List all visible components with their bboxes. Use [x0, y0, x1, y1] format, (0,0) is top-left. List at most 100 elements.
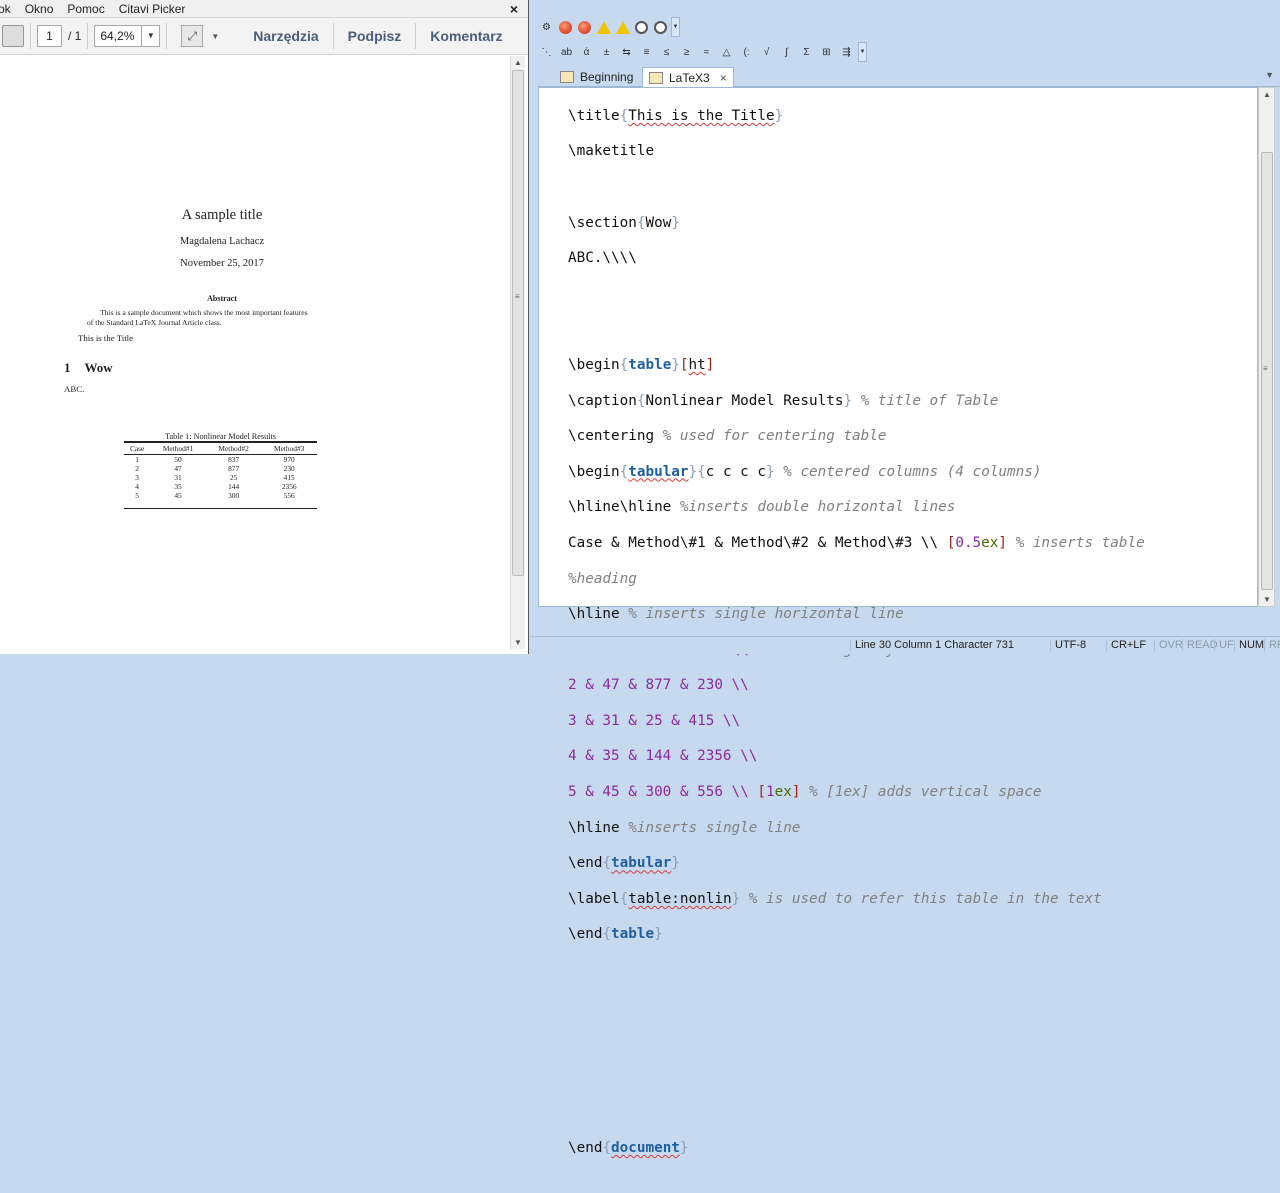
chevron-down-icon[interactable]: ▼ — [141, 26, 159, 46]
math-symbol-icon[interactable]: ≡ — [638, 44, 655, 61]
tab-label: Beginning — [580, 70, 634, 84]
latex-argument: table:nonlin — [628, 890, 732, 907]
menu-item-view[interactable]: ok — [0, 2, 18, 16]
zoom-select[interactable]: 64,2% ▼ — [94, 25, 161, 47]
table-cell: 31 — [174, 473, 182, 482]
code-line: \begin{tabular}{c c c c} % centered colu… — [568, 463, 1042, 480]
doc-author: Magdalena Lachacz — [179, 236, 265, 247]
latex-command: \hline\hline — [568, 499, 672, 516]
tab-latex3[interactable]: LaTeX3 × — [642, 67, 734, 87]
grip-icon: ≡ — [1263, 364, 1268, 373]
code-line: \title{This is the Title} — [568, 107, 784, 124]
comment-button[interactable]: Komentarz — [422, 28, 510, 44]
math-symbol-icon[interactable]: △ — [718, 44, 735, 61]
math-symbol-icon[interactable]: ⇶ — [838, 44, 855, 61]
table-header: Method#1 — [162, 444, 194, 453]
latex-number: 2 & 47 & 877 & 230 \\ — [568, 677, 749, 694]
latex-command: \section — [568, 214, 637, 231]
math-symbol-icon[interactable]: ⋱ — [538, 44, 555, 61]
scroll-down-icon[interactable]: ▼ — [1263, 595, 1271, 604]
math-symbol-icon[interactable]: ≈ — [698, 44, 715, 61]
warning-icon[interactable] — [595, 19, 612, 36]
latex-command: \title — [568, 107, 620, 124]
pdf-page: A sample title Magdalena Lachacz Novembe… — [0, 56, 510, 649]
red-circle-icon[interactable] — [576, 19, 593, 36]
latex-environment: table — [628, 356, 672, 373]
code-line: 5 & 45 & 300 & 556 \\ [1ex] % [1ex] adds… — [568, 784, 1042, 801]
latex-option: ht — [688, 356, 706, 373]
math-symbol-icon[interactable]: ά — [578, 44, 595, 61]
tools-button[interactable]: Narzędzia — [245, 28, 326, 44]
code-line: \end{document} — [568, 1140, 689, 1157]
scroll-down-icon[interactable]: ▼ — [514, 638, 522, 647]
table-cell: 3 — [135, 473, 139, 482]
tab-beginning[interactable]: Beginning — [554, 67, 639, 87]
gear-icon[interactable]: ⚙ — [538, 19, 555, 36]
pdf-scrollbar[interactable]: ▲ ≡ ▼ — [510, 56, 525, 649]
page-total: / 1 — [68, 29, 82, 43]
code-line: ABC.\\\\ — [568, 250, 1257, 268]
red-circle-icon[interactable] — [557, 19, 574, 36]
status-ovr: OVR — [1154, 639, 1183, 651]
toolbar-divider — [30, 23, 31, 49]
latex-argument: Wow — [645, 214, 672, 231]
table-header: Method#2 — [218, 444, 249, 453]
save-icon[interactable] — [2, 25, 24, 47]
math-symbol-icon[interactable]: ≤ — [658, 44, 675, 61]
code-line: Case & Method\#1 & Method\#2 & Method\#3… — [568, 534, 1145, 551]
math-symbol-icon[interactable]: Σ — [798, 44, 815, 61]
code-editor[interactable]: \title{This is the Title} \maketitle \se… — [538, 87, 1258, 1156]
math-symbol-icon[interactable]: √ — [758, 44, 775, 61]
code-line: \maketitle — [568, 143, 1257, 161]
scroll-up-icon[interactable]: ▲ — [1263, 90, 1271, 99]
math-symbol-icon[interactable]: ⊞ — [818, 44, 835, 61]
clock-icon[interactable] — [633, 19, 650, 36]
abstract-heading: Abstract — [207, 294, 237, 303]
fullscreen-icon[interactable]: ⤢ — [181, 25, 204, 47]
editor-scrollbar[interactable]: ▲ ≡ ▼ — [1258, 87, 1275, 607]
scrollbar-thumb[interactable] — [512, 70, 524, 576]
latex-command: \begin — [568, 356, 620, 373]
code-line: \label{table:nonlin} % is used to refer … — [568, 890, 1102, 907]
math-symbol-icon[interactable]: ⇆ — [618, 44, 635, 61]
grip-icon: ≡ — [515, 292, 520, 301]
math-symbol-icon[interactable]: ≥ — [678, 44, 695, 61]
doc-title-text: This is the Title — [78, 333, 133, 343]
close-icon[interactable]: × — [510, 1, 518, 17]
code-line: \begin{table}[ht] — [568, 356, 715, 373]
clock-icon[interactable] — [652, 19, 669, 36]
chevron-down-icon[interactable]: ▼ — [1265, 70, 1274, 80]
status-encoding[interactable]: UTF-8 — [1050, 639, 1086, 651]
tab-label: LaTeX3 — [669, 70, 710, 85]
status-num: NUM — [1234, 639, 1264, 651]
toolbar-divider — [332, 23, 334, 49]
toolbar-overflow-icon[interactable]: ▼ — [211, 32, 219, 41]
table-cell: 1 — [135, 455, 139, 464]
toolbar-overflow-icon[interactable]: ▼ — [671, 17, 680, 37]
latex-command: \caption — [568, 392, 637, 409]
warning-icon[interactable] — [614, 19, 631, 36]
math-symbol-icon[interactable]: ab — [558, 44, 575, 61]
zoom-value: 64,2% — [100, 29, 135, 43]
table-row: 1 50 837 970 — [124, 455, 317, 464]
latex-command: \hline — [568, 606, 620, 623]
math-symbol-icon[interactable]: ∫ — [778, 44, 795, 61]
menu-item-help[interactable]: Pomoc — [60, 2, 111, 16]
table-header: Case — [129, 444, 145, 453]
latex-unit: ex — [981, 534, 999, 551]
scroll-up-icon[interactable]: ▲ — [514, 58, 522, 67]
page-number-input[interactable]: 1 — [37, 25, 62, 47]
math-symbol-icon[interactable]: ± — [598, 44, 615, 61]
status-line-ending[interactable]: CR+LF — [1106, 639, 1146, 651]
menu-item-window[interactable]: Okno — [18, 2, 61, 16]
menu-item-citavi-picker[interactable]: Citavi Picker — [112, 2, 193, 16]
sign-button[interactable]: Podpisz — [340, 28, 410, 44]
table-cell: 837 — [228, 455, 240, 464]
abstract-line: This is a sample document which shows th… — [100, 308, 308, 317]
latex-comment: % inserts single horizontal line — [628, 606, 904, 623]
close-icon[interactable]: × — [720, 71, 727, 85]
math-symbol-icon[interactable]: (: — [738, 44, 755, 61]
toolbar-overflow-icon[interactable]: ▼ — [858, 42, 867, 62]
